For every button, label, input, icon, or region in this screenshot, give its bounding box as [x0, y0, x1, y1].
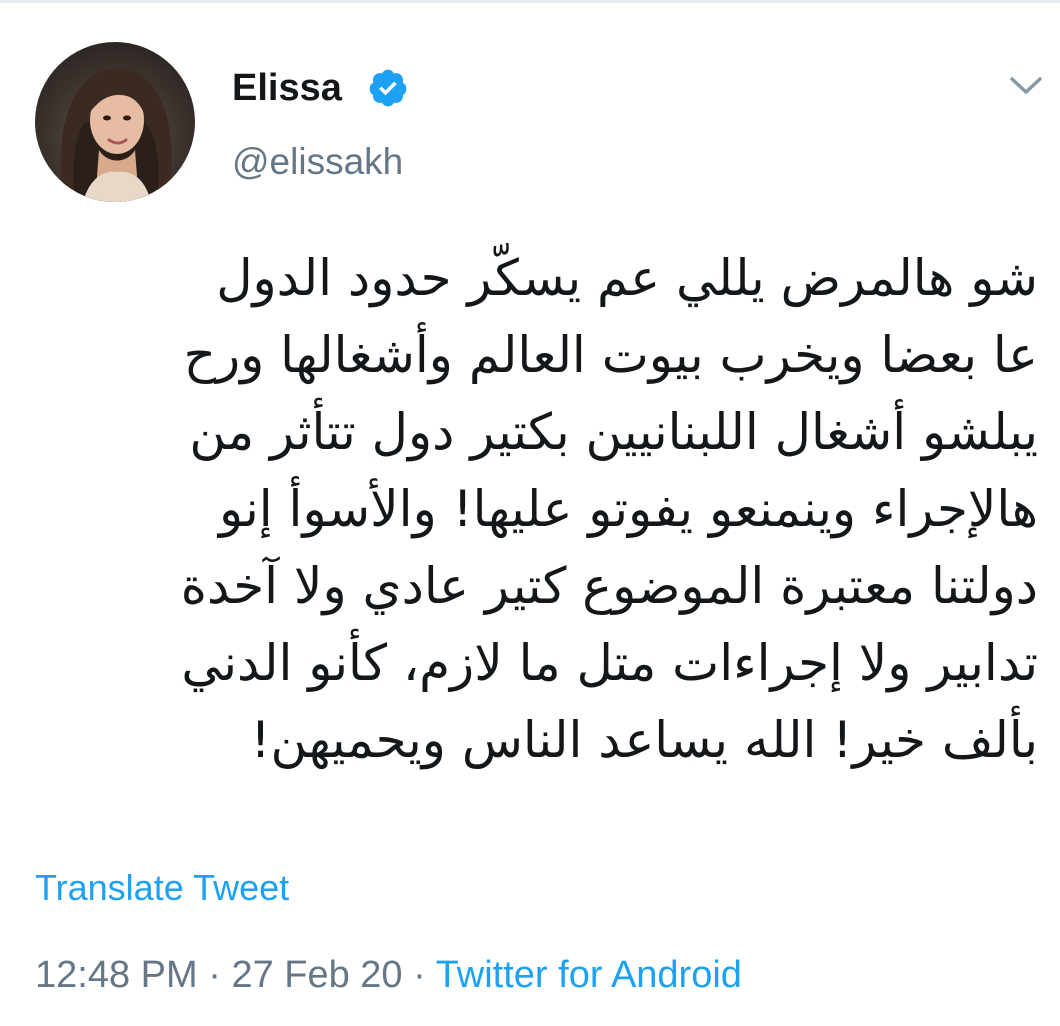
tweet-text: شو هالمرض يللي عم يسكّر حدود الدول عا بع…: [28, 240, 1038, 779]
top-divider: [0, 0, 1060, 3]
tweet-text-line: هالإجراء وينمنعو يفوتو عليها! والأسوأ إن…: [219, 480, 1038, 538]
tweet-text-line: عا بعضا ويخرب بيوت العالم وأشغالها ورح: [183, 326, 1038, 384]
tweet-time[interactable]: 12:48 PM: [35, 954, 198, 996]
tweet-text-line: بألف خير! الله يساعد الناس ويحميهن!: [250, 711, 1038, 769]
tweet-text-line: شو هالمرض يللي عم يسكّر حدود الدول: [216, 249, 1038, 307]
tweet-text-line: يبلشو أشغال اللبنانيين بكتير دول تتأثر م…: [189, 403, 1038, 461]
meta-separator: ·: [413, 954, 426, 996]
tweet-text-line: دولتنا معتبرة الموضوع كتير عادي ولا آخدة: [180, 557, 1038, 615]
translate-tweet-link[interactable]: Translate Tweet: [35, 866, 289, 910]
avatar-image: [60, 68, 172, 202]
meta-separator: ·: [208, 954, 221, 996]
author-name[interactable]: Elissa: [232, 65, 342, 111]
verified-badge-icon: [369, 69, 407, 107]
tweet-meta: 12:48 PM · 27 Feb 20 · Twitter for Andro…: [35, 951, 742, 999]
avatar[interactable]: [35, 42, 195, 202]
tweet-date[interactable]: 27 Feb 20: [231, 954, 402, 996]
tweet-text-line: تدابير ولا إجراءات متل ما لازم، كأنو الد…: [181, 634, 1038, 692]
author-handle[interactable]: @elissakh: [232, 140, 403, 184]
tweet-source-link[interactable]: Twitter for Android: [436, 954, 742, 996]
chevron-down-icon[interactable]: [1008, 72, 1044, 100]
